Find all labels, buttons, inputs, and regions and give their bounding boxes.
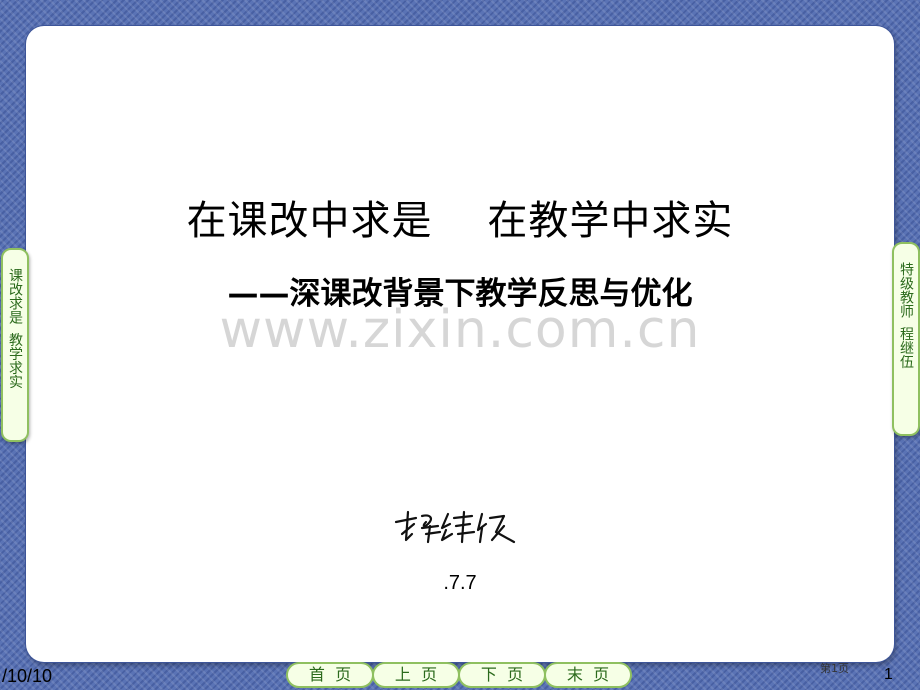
slide-title: 在课改中求是 在教学中求实 — [186, 198, 734, 244]
footer-date: /10/10 — [2, 666, 53, 686]
side-tab-right-label: 特级教师 程继伍 — [898, 262, 914, 369]
side-tab-right[interactable]: 特级教师 程继伍 — [892, 242, 920, 436]
footer-page-number: 1 — [884, 666, 893, 683]
nav-next-button[interactable]: 下 页 — [458, 662, 546, 688]
side-tab-left[interactable]: 课改求是 教学求实 — [1, 248, 29, 442]
signature-image — [394, 510, 516, 544]
side-tab-left-label: 课改求是 教学求实 — [7, 268, 23, 389]
footer-page-label: 第1页 — [820, 662, 849, 675]
nav-last-button[interactable]: 末 页 — [544, 662, 632, 688]
slide-date: .7.7 — [443, 572, 477, 594]
watermark: www.zixin.com.cn — [219, 300, 701, 360]
nav-prev-button[interactable]: 上 页 — [372, 662, 460, 688]
nav-first-button[interactable]: 首 页 — [286, 662, 374, 688]
